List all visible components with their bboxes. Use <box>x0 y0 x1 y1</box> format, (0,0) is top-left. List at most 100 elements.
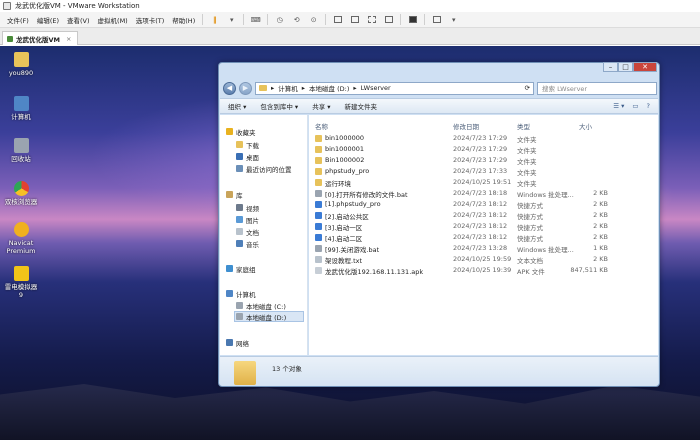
address-bar[interactable]: ▸ 计算机 ▸ 本地磁盘 (D:) ▸ LWserver ⟳ <box>255 81 534 95</box>
nav-pictures[interactable]: 图片 <box>236 214 259 225</box>
file-date: 2024/7/23 17:29 <box>453 145 508 153</box>
desktop-icon-navicat[interactable]: Navicat Premium <box>4 222 38 255</box>
fullscreen-icon[interactable] <box>366 14 377 25</box>
explorer-window[interactable]: – □ ✕ ◀ ▶ ▸ 计算机 ▸ 本地磁盘 (D:) ▸ LWserver ⟳… <box>218 62 660 387</box>
file-row[interactable]: Bin1000002 2024/7/23 17:29 文件夹 <box>309 155 658 166</box>
breadcrumb-drive[interactable]: 本地磁盘 (D:) <box>309 83 349 93</box>
menu-bar: 文件(F) 编辑(E) 查看(V) 虚拟机(M) 选项卡(T) 帮助(H) ‖ … <box>0 12 700 28</box>
desktop-icon-recycle-bin[interactable]: 回收站 <box>4 138 38 163</box>
sidebar-view-icon[interactable] <box>332 14 343 25</box>
desktop-icon-browser[interactable]: 双核浏览器 <box>4 181 38 206</box>
share-button[interactable]: 共享 ▾ <box>312 101 330 111</box>
desktop-icon-user-folder[interactable]: you890 <box>4 52 38 77</box>
new-folder-button[interactable]: 新建文件夹 <box>345 101 378 111</box>
back-button[interactable]: ◀ <box>223 81 236 95</box>
video-icon <box>236 204 243 211</box>
shortcut-icon <box>315 234 322 241</box>
menu-edit[interactable]: 编辑(E) <box>33 15 63 25</box>
file-type: Windows 批处理... <box>517 191 574 199</box>
thumbnail-view-icon[interactable] <box>349 14 360 25</box>
folder-icon <box>315 135 322 142</box>
menu-view[interactable]: 查看(V) <box>63 15 94 25</box>
file-row[interactable]: [4].启动二区 2024/7/23 18:12 快捷方式 2 KB <box>309 232 658 243</box>
file-row[interactable]: 架设教程.txt 2024/10/25 19:59 文本文档 2 KB <box>309 254 658 265</box>
include-in-library-button[interactable]: 包含到库中 ▾ <box>260 101 298 111</box>
preview-pane-icon[interactable]: ▭ <box>632 102 638 110</box>
forward-button[interactable]: ▶ <box>239 81 252 95</box>
desktop-icon-computer[interactable]: 计算机 <box>4 96 38 121</box>
nav-downloads[interactable]: 下载 <box>236 139 259 150</box>
file-row[interactable]: 龙武优化版192.168.11.131.apk 2024/10/25 19:39 A… <box>309 265 658 276</box>
pause-icon[interactable]: ‖ <box>209 14 220 25</box>
column-size[interactable]: 大小 <box>579 121 592 131</box>
file-row[interactable]: [2].启动公共区 2024/7/23 18:12 快捷方式 2 KB <box>309 210 658 221</box>
address-row: ◀ ▶ ▸ 计算机 ▸ 本地磁盘 (D:) ▸ LWserver ⟳ 搜索 LW… <box>223 80 657 96</box>
file-row[interactable]: [3].启动一区 2024/7/23 18:12 快捷方式 2 KB <box>309 221 658 232</box>
console-icon[interactable] <box>407 14 418 25</box>
file-row[interactable]: 运行环境 2024/10/25 19:51 文件夹 <box>309 177 658 188</box>
desktop-icon-label: 雷电模拟器9 <box>4 283 38 299</box>
file-row[interactable]: [1].phpstudy_pro 2024/7/23 18:12 快捷方式 2 KB <box>309 199 658 210</box>
library-icon <box>226 191 233 198</box>
guest-desktop[interactable]: you890 计算机 回收站 双核浏览器 Navicat Premium 雷电模… <box>0 46 700 440</box>
close-icon[interactable]: ✕ <box>633 62 657 72</box>
file-row[interactable]: bin1000001 2024/7/23 17:29 文件夹 <box>309 144 658 155</box>
snapshot-icon[interactable]: ◷ <box>274 14 285 25</box>
view-options-icon[interactable]: ☰ ▾ <box>613 102 624 110</box>
dropdown-arrow-icon[interactable]: ▾ <box>226 14 237 25</box>
file-size: 2 KB <box>593 222 608 230</box>
file-type: 快捷方式 <box>517 224 543 232</box>
nav-libraries[interactable]: 库 <box>226 189 243 200</box>
nav-videos[interactable]: 视频 <box>236 202 259 213</box>
breadcrumb-computer[interactable]: 计算机 <box>278 83 298 93</box>
picture-icon <box>236 216 243 223</box>
nav-label: 本地磁盘 (D:) <box>246 313 287 322</box>
breadcrumb-folder[interactable]: LWserver <box>361 84 391 92</box>
file-row[interactable]: [0].打开所有修改的文件.bat 2024/7/23 18:18 Windows … <box>309 188 658 199</box>
file-type: 文件夹 <box>517 158 537 166</box>
minimize-icon[interactable]: – <box>603 62 618 72</box>
nav-desktop[interactable]: 桌面 <box>236 151 259 162</box>
refresh-icon[interactable]: ⟳ <box>525 84 533 92</box>
tab-close-icon[interactable]: × <box>66 35 71 43</box>
search-box[interactable]: 搜索 LWserver <box>537 81 657 95</box>
network-icon <box>226 339 233 346</box>
file-row[interactable]: bin1000000 2024/7/23 17:29 文件夹 <box>309 133 658 144</box>
file-name: [2].启动公共区 <box>325 213 369 221</box>
stretch-icon[interactable] <box>431 14 442 25</box>
column-date[interactable]: 修改日期 <box>453 121 479 131</box>
menu-help[interactable]: 帮助(H) <box>168 15 199 25</box>
file-type: 快捷方式 <box>517 235 543 243</box>
nav-favorites[interactable]: 收藏夹 <box>226 126 256 137</box>
help-icon[interactable]: ? <box>647 102 650 110</box>
organize-button[interactable]: 组织 ▾ <box>228 101 246 111</box>
menu-tabs[interactable]: 选项卡(T) <box>132 15 169 25</box>
maximize-icon[interactable]: □ <box>618 62 633 72</box>
drive-icon <box>236 313 243 320</box>
menu-vm[interactable]: 虚拟机(M) <box>94 15 132 25</box>
nav-documents[interactable]: 文档 <box>236 226 259 237</box>
stretch-dropdown-icon[interactable]: ▾ <box>448 14 459 25</box>
nav-drive-c[interactable]: 本地磁盘 (C:) <box>236 300 286 311</box>
nav-homegroup[interactable]: 家庭组 <box>226 263 256 274</box>
nav-computer[interactable]: 计算机 <box>226 288 256 299</box>
nav-music[interactable]: 音乐 <box>236 238 259 249</box>
tab-vm[interactable]: 龙武优化版VM × <box>2 31 79 45</box>
nav-network[interactable]: 网络 <box>226 337 249 348</box>
window-title: 龙武优化版VM - VMware Workstation <box>15 2 140 10</box>
snapshot-manager-icon[interactable]: ⊙ <box>308 14 319 25</box>
file-row[interactable]: phpstudy_pro 2024/7/23 17:33 文件夹 <box>309 166 658 177</box>
send-keys-icon[interactable]: ⌨ <box>250 14 261 25</box>
apk-file-icon <box>315 267 322 274</box>
file-list[interactable]: 名称 修改日期 类型 大小 bin1000000 2024/7/23 17:29 文… <box>309 115 658 355</box>
nav-drive-d[interactable]: 本地磁盘 (D:) <box>234 311 304 322</box>
desktop-icon-ldplayer[interactable]: 雷电模拟器9 <box>4 266 38 299</box>
nav-recent[interactable]: 最近访问的位置 <box>236 163 292 174</box>
menu-file[interactable]: 文件(F) <box>3 15 33 25</box>
column-type[interactable]: 类型 <box>517 121 530 131</box>
file-row[interactable]: [99].关闭游戏.bat 2024/7/23 13:28 Windows 批处理.… <box>309 243 658 254</box>
revert-snapshot-icon[interactable]: ⟲ <box>291 14 302 25</box>
unity-icon[interactable] <box>383 14 394 25</box>
column-name[interactable]: 名称 <box>315 121 328 131</box>
desktop-icon-label: 计算机 <box>11 113 31 121</box>
